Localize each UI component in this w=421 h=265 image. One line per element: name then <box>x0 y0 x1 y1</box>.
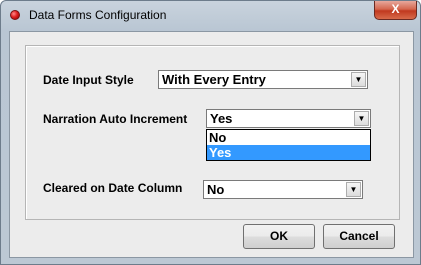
ok-button[interactable]: OK <box>243 224 315 249</box>
cleared-on-date-column-label: Cleared on Date Column <box>43 181 183 195</box>
dialog-window: Data Forms Configuration X Date Input St… <box>0 0 421 265</box>
chevron-down-icon[interactable]: ▼ <box>346 182 361 197</box>
dropdown-option-yes[interactable]: Yes <box>207 145 370 160</box>
narration-auto-increment-value: Yes <box>210 111 233 126</box>
cancel-button[interactable]: Cancel <box>323 224 395 249</box>
cleared-on-date-column-value: No <box>207 182 225 197</box>
cleared-on-date-column-select[interactable]: No ▼ <box>203 180 363 199</box>
narration-auto-increment-label: Narration Auto Increment <box>43 112 188 126</box>
chevron-down-icon[interactable]: ▼ <box>351 72 366 87</box>
narration-dropdown-list: No Yes <box>206 129 371 161</box>
app-icon <box>10 10 20 20</box>
date-input-style-select[interactable]: With Every Entry ▼ <box>158 70 368 89</box>
window-title: Data Forms Configuration <box>29 8 167 22</box>
dialog-body: Date Input Style With Every Entry ▼ Narr… <box>9 31 414 258</box>
dropdown-option-no[interactable]: No <box>207 130 370 145</box>
date-input-style-value: With Every Entry <box>162 72 266 87</box>
title-bar[interactable]: Data Forms Configuration X <box>1 1 420 31</box>
chevron-down-icon[interactable]: ▼ <box>354 111 369 126</box>
close-button[interactable]: X <box>374 1 417 20</box>
date-input-style-label: Date Input Style <box>43 73 134 87</box>
narration-auto-increment-select[interactable]: Yes ▼ <box>206 109 371 128</box>
